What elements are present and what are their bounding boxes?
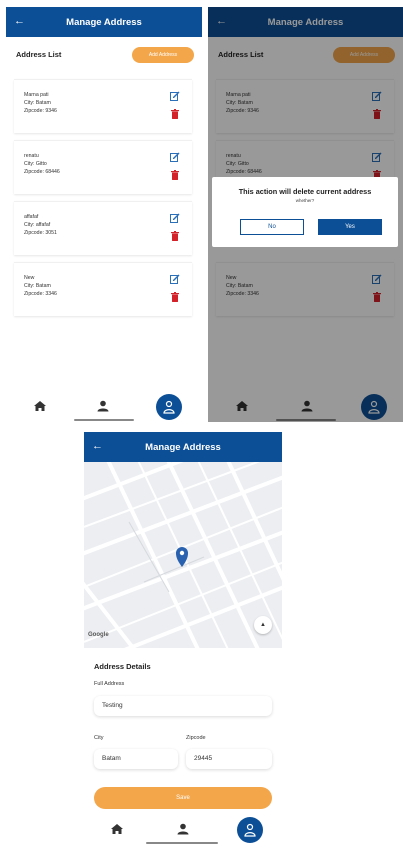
map-streets [84, 462, 282, 648]
page-title: Manage Address [145, 441, 221, 453]
address-city: City: Gitto [24, 161, 47, 167]
address-card[interactable]: Marna pati City: Batam Zipcode: 9346 [14, 79, 192, 133]
app-bar: ← Manage Address [84, 432, 282, 462]
map-attribution: Google [88, 632, 109, 638]
compass-icon[interactable]: ▲ [254, 616, 272, 634]
dialog-subtitle: whether? [295, 198, 315, 203]
address-city: City: Batam [24, 100, 51, 106]
home-indicator [146, 842, 218, 844]
edit-icon[interactable] [170, 152, 180, 162]
back-arrow-icon[interactable]: ← [14, 15, 25, 28]
address-zipcode: Zipcode: 3346 [24, 291, 57, 297]
address-list-screen: ← Manage Address Address List Add Addres… [6, 7, 202, 422]
save-button[interactable]: Save [94, 787, 272, 809]
trash-icon[interactable] [171, 292, 179, 302]
profile-nav-button[interactable] [237, 817, 263, 843]
address-card[interactable]: affafaf City: affafaf Zipcode: 3051 [14, 201, 192, 255]
zipcode-label: Zipcode [186, 735, 206, 741]
address-city: City: Batam [24, 283, 51, 289]
edit-icon[interactable] [170, 91, 180, 101]
trash-icon[interactable] [171, 231, 179, 241]
delete-confirm-screen: ← Manage Address Address List Add Addres… [208, 7, 403, 422]
edit-icon[interactable] [170, 274, 180, 284]
map-view[interactable]: Google ▲ [84, 462, 282, 648]
delete-confirm-dialog: This action will delete current address … [212, 177, 398, 247]
home-icon[interactable] [33, 399, 47, 413]
address-zipcode: Zipcode: 68446 [24, 169, 60, 175]
trash-icon[interactable] [171, 170, 179, 180]
address-name: Marna pati [24, 92, 49, 98]
address-details-screen: ← Manage Address Google ▲ Address Detail… [84, 432, 282, 846]
profile-nav-button[interactable] [156, 394, 182, 420]
city-input[interactable]: Batam [94, 749, 178, 769]
bottom-nav [84, 816, 282, 846]
trash-icon[interactable] [171, 109, 179, 119]
address-zipcode: Zipcode: 9346 [24, 108, 57, 114]
yes-button[interactable]: Yes [318, 219, 382, 235]
user-icon[interactable] [96, 399, 110, 413]
bottom-nav [6, 393, 202, 422]
add-address-button[interactable]: Add Address [132, 47, 194, 63]
zipcode-input[interactable]: 29445 [186, 749, 272, 769]
profile-icon [163, 400, 175, 414]
full-address-input[interactable]: Testing [94, 696, 272, 716]
address-name: affafaf [24, 214, 39, 220]
address-details-title: Address Details [94, 662, 151, 671]
address-zipcode: Zipcode: 3051 [24, 230, 57, 236]
profile-icon [244, 823, 256, 837]
full-address-label: Full Address [94, 681, 125, 687]
address-card[interactable]: renatu City: Gitto Zipcode: 68446 [14, 140, 192, 194]
app-bar: ← Manage Address [6, 7, 202, 37]
no-button[interactable]: No [240, 219, 304, 235]
address-card[interactable]: New City: Batam Zipcode: 3346 [14, 262, 192, 316]
home-indicator [74, 419, 134, 421]
page-title: Manage Address [66, 16, 142, 28]
home-icon[interactable] [110, 822, 124, 836]
user-icon[interactable] [176, 822, 190, 836]
address-city: City: affafaf [24, 222, 51, 228]
dialog-title: This action will delete current address [238, 187, 372, 196]
edit-icon[interactable] [170, 213, 180, 223]
back-arrow-icon[interactable]: ← [92, 440, 103, 453]
address-name: New [24, 275, 35, 281]
address-name: renatu [24, 153, 39, 159]
address-list-title: Address List [16, 50, 62, 59]
city-label: City [94, 735, 104, 741]
list-header: Address List Add Address [6, 45, 202, 67]
